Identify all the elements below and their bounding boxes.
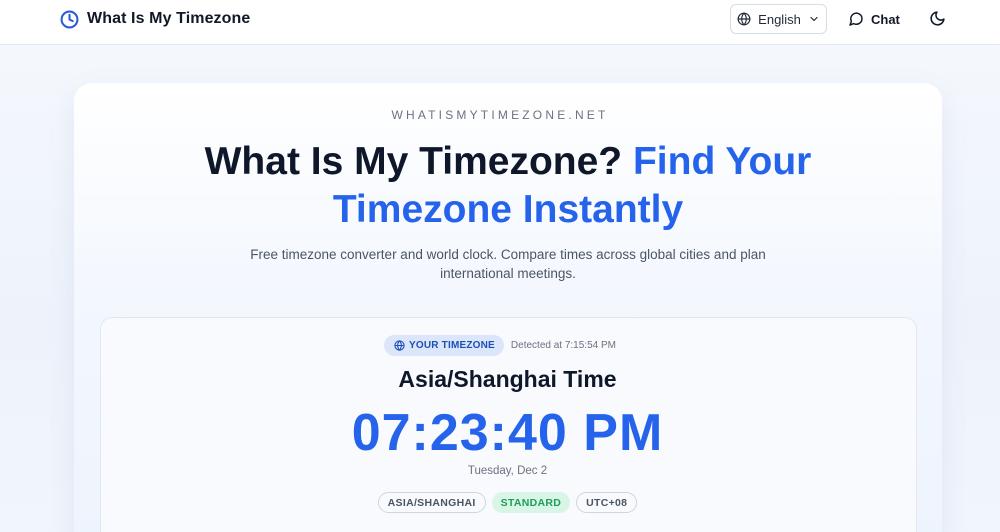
- chat-label: Chat: [871, 11, 900, 27]
- hero-subtitle: Free timezone converter and world clock.…: [250, 247, 766, 281]
- brand-title: What Is My Timezone: [87, 10, 251, 27]
- timezone-meta-row: YOUR TIMEZONE Detected at 7:15:54 PM: [0, 335, 1000, 356]
- your-timezone-label: YOUR TIMEZONE: [408, 340, 495, 351]
- moon-icon: [929, 10, 946, 27]
- globe-icon: [394, 340, 405, 351]
- site-eyebrow: WHATISMYTIMEZONE.NET: [391, 108, 609, 122]
- current-time-clock: 07:23:40 PM: [351, 404, 664, 462]
- globe-icon: [737, 12, 751, 26]
- your-timezone-badge: YOUR TIMEZONE: [383, 335, 504, 356]
- current-date: Tuesday, Dec 2: [467, 465, 548, 477]
- language-selector[interactable]: English: [730, 4, 827, 34]
- utc-offset-badge: UTC+08: [576, 492, 638, 513]
- timezone-badges: ASIA/SHANGHAI STANDARD UTC+08: [0, 492, 1000, 513]
- zone-id-badge: ASIA/SHANGHAI: [377, 492, 486, 513]
- top-navbar: What Is My Timezone English Chat: [0, 0, 1000, 45]
- standard-time-badge: STANDARD: [491, 492, 571, 513]
- brand-logo-link[interactable]: What Is My Timezone: [60, 8, 250, 30]
- page-title: What Is My Timezone? Find Your Timezone …: [150, 138, 866, 234]
- chat-bubble-icon: [848, 11, 864, 27]
- headline-primary: What Is My Timezone?: [204, 140, 623, 183]
- chevron-down-icon: [808, 13, 820, 25]
- language-label: English: [758, 11, 801, 27]
- timezone-title: Asia/Shanghai Time: [398, 366, 617, 392]
- chat-button[interactable]: Chat: [848, 8, 900, 30]
- detected-time-text: Detected at 7:15:54 PM: [510, 340, 616, 351]
- theme-toggle-button[interactable]: [929, 10, 946, 27]
- clock-icon: [60, 10, 79, 29]
